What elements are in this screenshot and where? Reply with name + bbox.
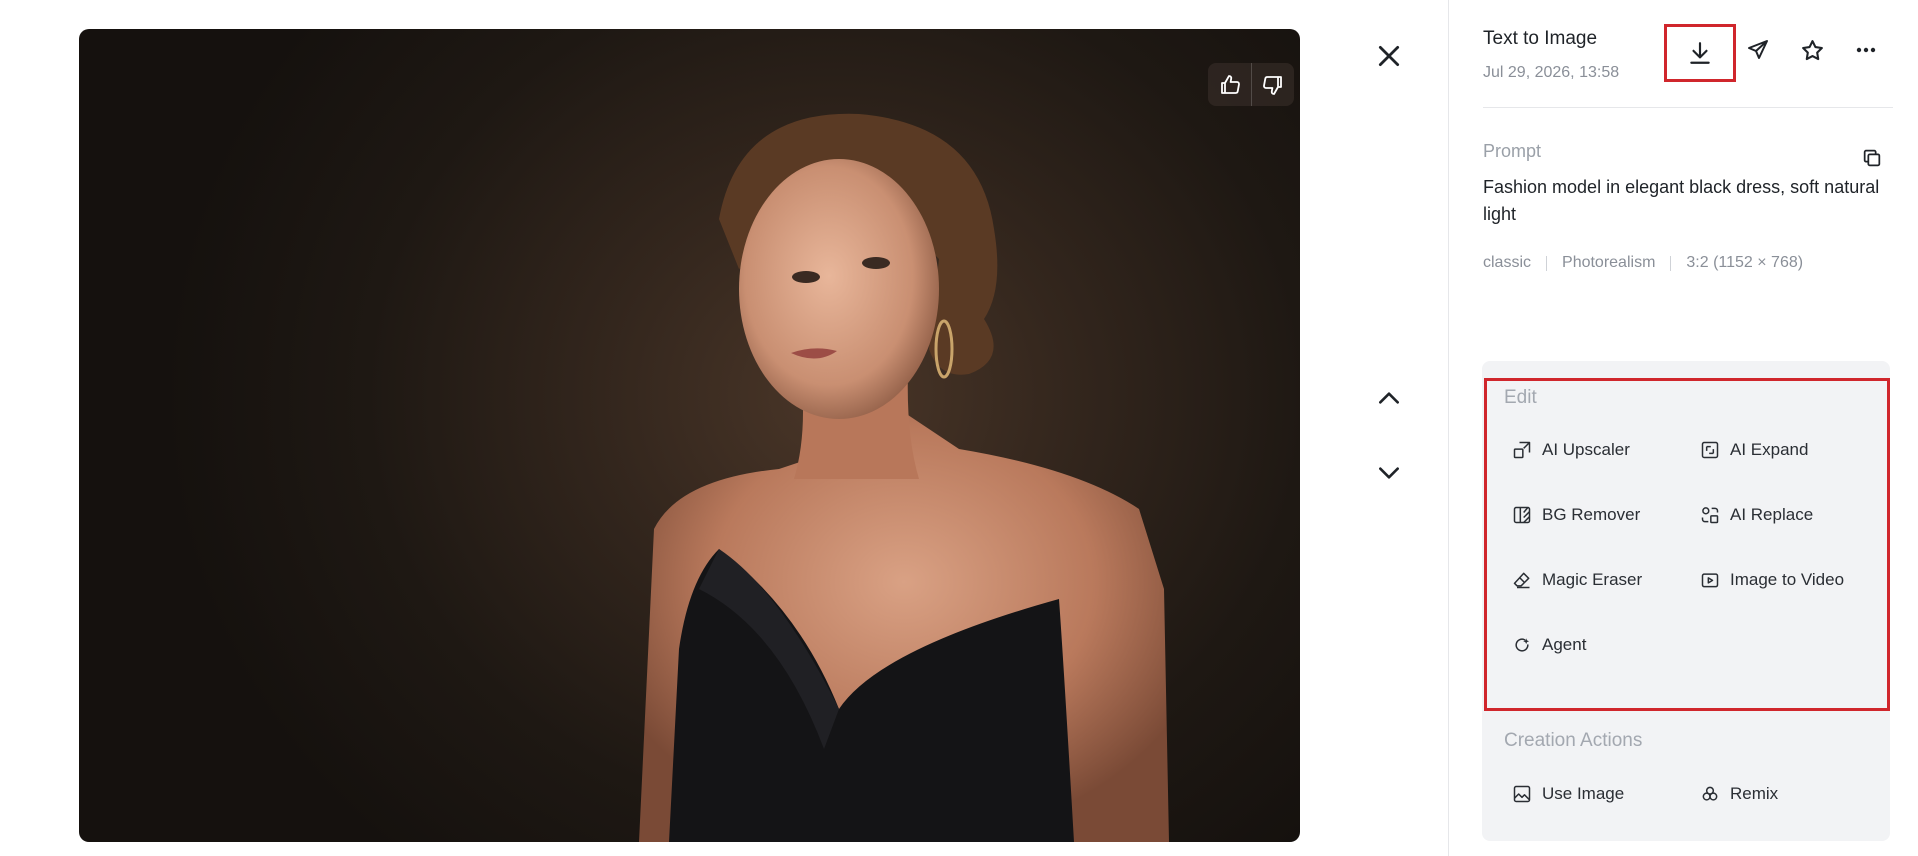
eraser-icon <box>1513 572 1530 589</box>
generation-tags: classic Photorealism 3:2 (1152 × 768) <box>1483 254 1803 272</box>
generated-image <box>79 29 1300 842</box>
creation-actions-label: Creation Actions <box>1504 730 1643 751</box>
agent-icon <box>1515 638 1530 652</box>
ai-expand-button[interactable]: AI Expand <box>1700 440 1808 460</box>
image-icon <box>1513 785 1531 803</box>
previous-image-button[interactable] <box>1373 382 1405 414</box>
chevron-down-icon <box>1379 467 1399 479</box>
more-icon <box>1856 47 1876 53</box>
edit-section-highlight <box>1484 378 1890 711</box>
size-tag: 3:2 (1152 × 768) <box>1686 254 1804 271</box>
ai-replace-label: AI Replace <box>1730 505 1814 524</box>
agent-label: Agent <box>1542 635 1587 654</box>
agent-button[interactable]: Agent <box>1512 635 1586 655</box>
favorite-button[interactable] <box>1785 28 1839 72</box>
star-icon <box>1801 39 1823 60</box>
download-icon <box>1690 42 1710 64</box>
feedback-group <box>1208 63 1294 106</box>
close-icon <box>1378 45 1400 67</box>
download-button[interactable] <box>1664 24 1736 82</box>
thumbs-up-button[interactable] <box>1208 63 1251 106</box>
bg-remove-icon <box>1513 506 1531 524</box>
model-tag: Photorealism <box>1562 254 1656 271</box>
prompt-text: Fashion model in elegant black dress, so… <box>1483 177 1880 224</box>
thumbs-down-button[interactable] <box>1251 63 1294 106</box>
bg-remover-label: BG Remover <box>1542 505 1641 524</box>
use-image-button[interactable]: Use Image <box>1512 784 1624 804</box>
close-button[interactable] <box>1373 40 1405 72</box>
remix-button[interactable]: Remix <box>1700 784 1778 804</box>
remix-label: Remix <box>1730 784 1779 803</box>
more-options-button[interactable] <box>1839 28 1893 72</box>
model-portrait <box>639 113 1169 842</box>
send-icon <box>1748 40 1768 59</box>
image-to-video-label: Image to Video <box>1730 570 1845 589</box>
copy-prompt-button[interactable] <box>1858 144 1886 172</box>
header-divider <box>1483 107 1893 108</box>
ai-upscaler-button[interactable]: AI Upscaler <box>1512 440 1630 460</box>
next-image-button[interactable] <box>1373 457 1405 489</box>
magic-eraser-label: Magic Eraser <box>1542 570 1643 589</box>
top-actions <box>1664 24 1893 82</box>
thumbs-up-icon <box>1220 74 1240 94</box>
panel-title: Text to Image <box>1483 28 1598 49</box>
ai-upscaler-label: AI Upscaler <box>1542 440 1630 459</box>
thumbs-down-icon <box>1263 75 1282 95</box>
copy-icon <box>1863 149 1881 167</box>
magic-eraser-button[interactable]: Magic Eraser <box>1512 570 1642 590</box>
replace-icon <box>1701 507 1719 524</box>
style-tag: classic <box>1483 254 1532 271</box>
remix-icon <box>1702 786 1718 801</box>
image-to-video-button[interactable]: Image to Video <box>1700 570 1844 590</box>
bg-remover-button[interactable]: BG Remover <box>1512 505 1640 525</box>
share-button[interactable] <box>1731 28 1785 72</box>
ai-expand-label: AI Expand <box>1730 440 1809 459</box>
video-icon <box>1701 573 1719 588</box>
use-image-label: Use Image <box>1542 784 1625 803</box>
tag-divider <box>1546 255 1548 271</box>
ai-replace-button[interactable]: AI Replace <box>1700 505 1813 525</box>
edit-section-label: Edit <box>1504 387 1537 408</box>
upscale-icon <box>1513 441 1531 459</box>
creation-date: Jul 29, 2026, 13:58 <box>1483 64 1620 81</box>
expand-icon <box>1701 441 1719 459</box>
tag-divider <box>1670 255 1672 271</box>
chevron-up-icon <box>1379 392 1399 404</box>
prompt-label: Prompt <box>1483 141 1542 161</box>
